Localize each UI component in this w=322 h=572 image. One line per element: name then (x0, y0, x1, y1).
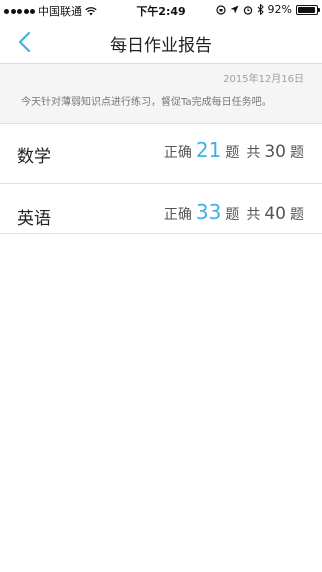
rotation-lock-icon (215, 4, 226, 15)
report-description: 今天针对薄弱知识点进行练习，督促Ta完成每日任务吧。 (21, 97, 272, 108)
question-unit: 题 (290, 207, 304, 223)
total-count: 30 (264, 142, 286, 162)
battery-icon (296, 4, 320, 15)
question-unit: 题 (290, 145, 304, 161)
total-label: 共 (246, 145, 261, 161)
subject-row-math[interactable]: 数学 正确 21 题 共 30 题 (0, 124, 322, 184)
correct-label: 正确 (163, 207, 192, 223)
subject-row-english[interactable]: 英语 正确 33 题 共 40 题 (0, 184, 322, 234)
subject-name: 英语 (17, 209, 51, 229)
subject-stats: 正确 21 题 共 30 题 (164, 138, 304, 162)
question-unit: 题 (225, 207, 240, 223)
report-info: 2015年12月16日 今天针对薄弱知识点进行练习，督促Ta完成每日任务吧。 (0, 64, 322, 124)
battery-fill (298, 6, 315, 13)
correct-label: 正确 (163, 145, 192, 161)
bluetooth-icon (257, 4, 264, 15)
total-label: 共 (246, 207, 261, 223)
question-unit: 题 (225, 145, 240, 161)
alarm-icon (243, 5, 252, 15)
location-icon (230, 5, 239, 14)
status-bar: 中国联通 下午2:49 92% (0, 0, 322, 20)
correct-count: 33 (195, 200, 222, 224)
report-date: 2015年12月16日 (223, 74, 304, 85)
correct-count: 21 (195, 138, 222, 162)
total-count: 40 (264, 204, 286, 224)
navigation-bar: 每日作业报告 (0, 20, 322, 64)
page-title: 每日作业报告 (110, 36, 212, 56)
subject-stats: 正确 33 题 共 40 题 (164, 200, 304, 224)
battery-percentage: 92% (267, 3, 292, 16)
subject-name: 数学 (17, 147, 51, 167)
status-right: 92% (215, 3, 320, 16)
